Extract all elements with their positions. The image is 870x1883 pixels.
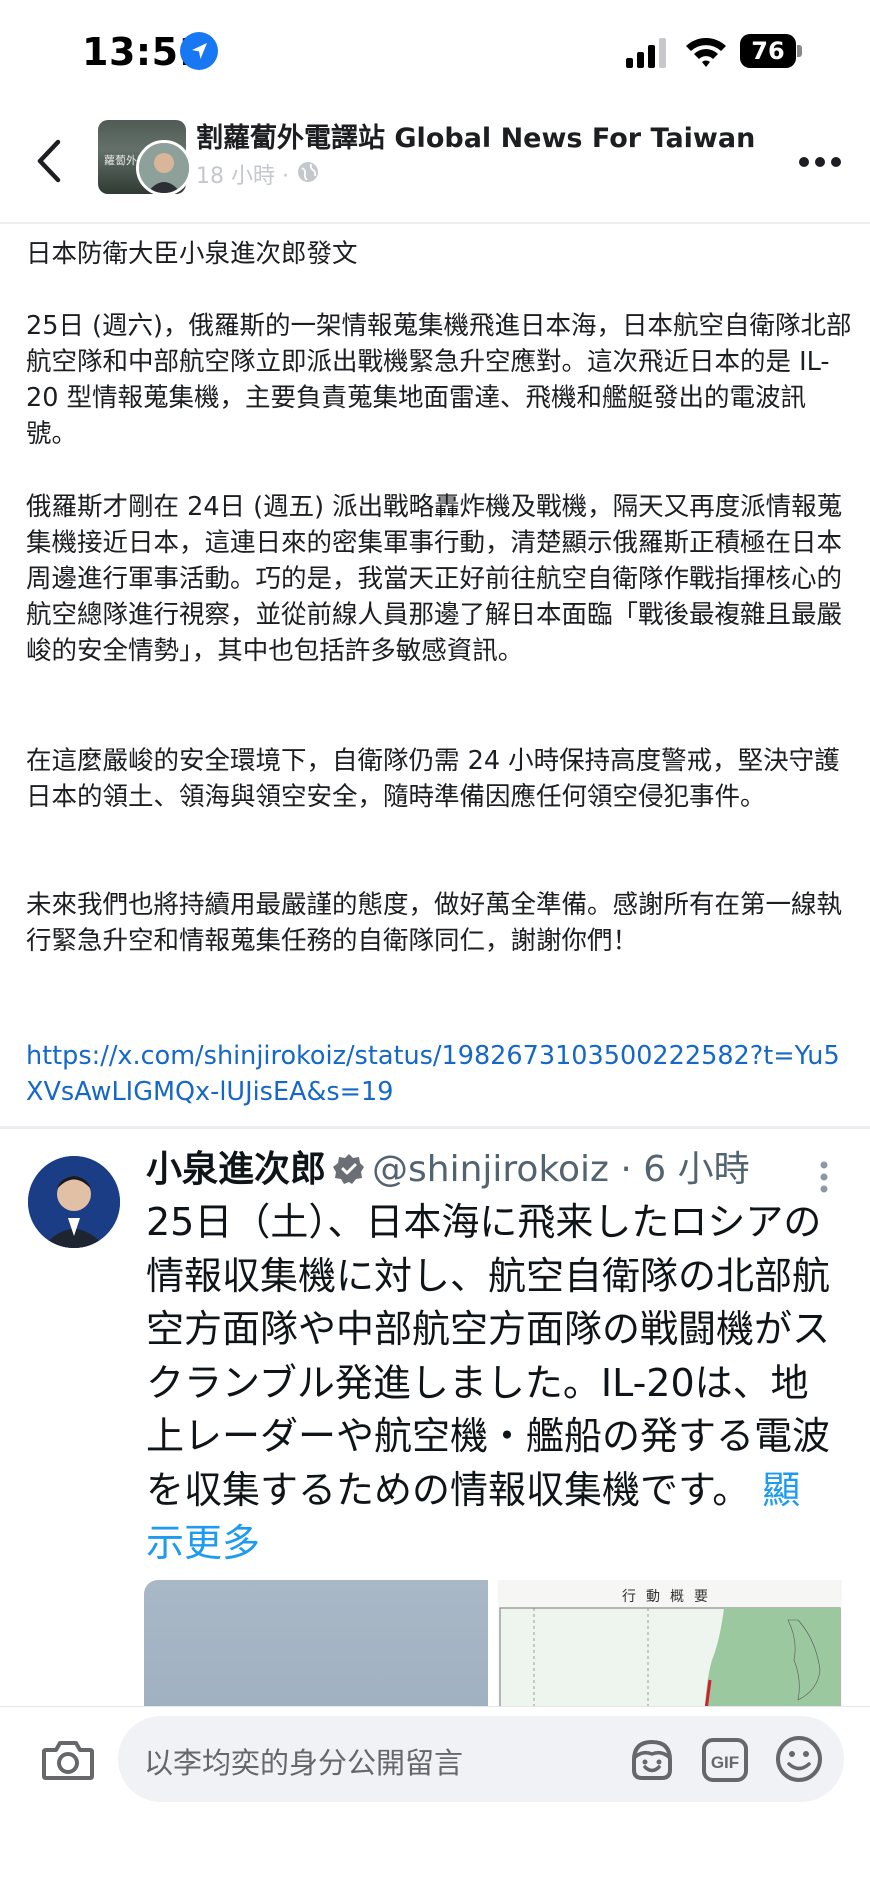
tweet-image[interactable] [144,1580,488,1720]
battery-tip [797,45,802,57]
page-name[interactable]: 割蘿蔔外電譯站 Global News For Taiwan [196,116,755,155]
battery-icon: 76 [740,34,802,68]
gif-label: GIF [711,1753,739,1772]
post-link[interactable]: https://x.com/shinjirokoiz/status/198267… [26,1038,852,1110]
tweet-more-button[interactable] [818,1160,830,1194]
post-title: 日本防衛大臣小泉進次郎發文 [26,239,358,269]
map-graphic [499,1607,841,1720]
battery-level: 76 [740,34,796,68]
globe-icon [296,160,320,184]
header-divider [0,222,870,224]
avatar-sticker-button[interactable] [628,1736,676,1784]
emoji-button[interactable] [774,1734,824,1784]
tweet-text: 25日（土）、日本海に飛来したロシアの情報収集機に対し、航空自衛隊の北部航空方面… [146,1196,836,1571]
post-paragraph: 在這麼嚴峻的安全環境下，自衛隊仍需 24 小時保持高度警戒，堅決守護日本的領土、… [26,746,840,812]
more-options-button[interactable] [798,154,842,168]
avatar-sticker-icon [632,1739,672,1780]
back-chevron-icon [37,139,61,183]
tweet-author-name[interactable]: 小泉進次郎 [146,1149,326,1190]
wifi-icon [684,34,728,68]
gif-button[interactable]: GIF [702,1738,748,1782]
tweet-header: 小泉進次郎 @shinjirokoiz · 6 小時 [146,1146,750,1194]
post-paragraph: 俄羅斯才剛在 24日 (週五) 派出戰略轟炸機及戰機，隔天又再度派情報蒐集機接近… [26,492,843,666]
more-icon [799,157,841,167]
verified-icon [332,1151,366,1185]
tweet-author-avatar[interactable] [28,1156,120,1248]
location-arrow-icon [180,32,218,70]
user-avatar[interactable] [136,140,192,196]
embed-divider [0,1126,870,1129]
back-button[interactable] [30,136,70,186]
post-paragraph: 未來我們也將持續用最嚴謹的態度，做好萬全準備。感謝所有在第一線執行緊急升空和情報… [26,890,843,956]
camera-icon [42,1741,94,1780]
comment-placeholder: 以李均奕的身分公開留言 [144,1746,464,1780]
more-icon [820,1161,828,1193]
signal-icon [624,38,672,68]
post-time: 18 小時 · [196,164,289,189]
emoji-icon [776,1736,822,1782]
tweet-image-map[interactable]: 行動概要 [498,1580,842,1720]
tweet-time: · 6 小時 [608,1149,750,1190]
tweet-author-handle[interactable]: @shinjirokoiz [372,1149,609,1190]
tweet-body: 25日（土）、日本海に飛来したロシアの情報収集機に対し、航空自衛隊の北部航空方面… [146,1200,831,1512]
camera-button[interactable] [40,1736,96,1784]
gif-icon: GIF [702,1738,748,1782]
post-paragraph: 25日 (週六)，俄羅斯的一架情報蒐集機飛進日本海，日本航空自衛隊北部航空隊和中… [26,311,852,449]
